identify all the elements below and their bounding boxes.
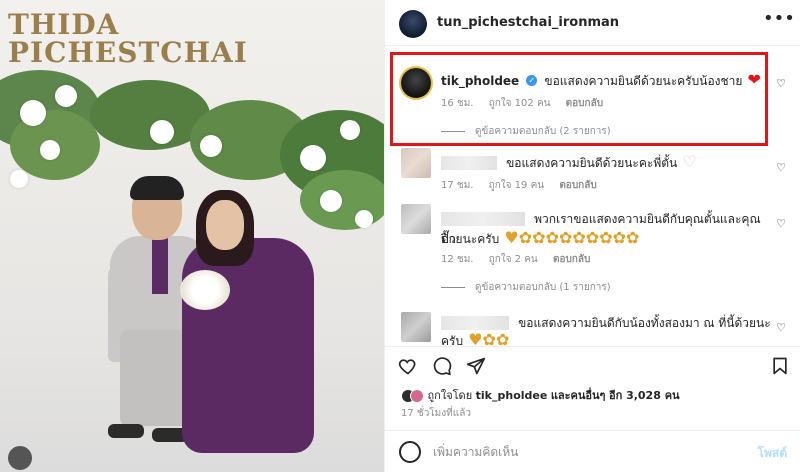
- like-comment-icon[interactable]: ♡: [775, 322, 787, 334]
- likes-middle[interactable]: และคนอื่นๆ: [551, 389, 606, 402]
- emoji-string: ♥✿✿✿✿✿✿✿✿✿: [504, 228, 640, 247]
- comment-time: 12 ชม.: [441, 254, 474, 265]
- bouquet: [180, 270, 230, 310]
- post-time: 17 ชั่วโมงที่แล้ว: [401, 408, 471, 419]
- commenter-avatar[interactable]: [401, 312, 431, 342]
- flower: [320, 190, 342, 212]
- flower: [10, 170, 28, 188]
- comment-time: 17 ชม.: [441, 180, 474, 191]
- add-comment-bar: โพสต์: [385, 430, 800, 472]
- comment-text: ขอแสดงความยินดีด้วยนะคะพี่ตั้น: [506, 156, 678, 170]
- view-replies-button[interactable]: ดูข้อความตอบกลับ (1 รายการ): [441, 280, 611, 295]
- commenter-username-blurred[interactable]: [441, 211, 525, 226]
- divider: [441, 286, 465, 288]
- flower: [200, 135, 222, 157]
- heart-icon[interactable]: [397, 355, 419, 377]
- comment-meta: 17 ชม. ถูกใจ 19 คน ตอบกลับ: [441, 178, 609, 193]
- bookmark-icon[interactable]: [769, 355, 791, 377]
- user-avatar-icon[interactable]: [8, 446, 32, 470]
- commenter-username-blurred[interactable]: [441, 155, 497, 170]
- reply-button[interactable]: ตอบกลับ: [553, 254, 590, 265]
- highlight-box: [390, 52, 768, 146]
- likes-prefix: ถูกใจโดย: [427, 389, 473, 402]
- like-comment-icon[interactable]: ♡: [775, 78, 787, 90]
- likes-user[interactable]: tik_pholdee: [476, 389, 548, 402]
- groom-shoe: [108, 424, 144, 438]
- flower: [355, 210, 373, 228]
- post-header: tun_pichestchai_ironman •••: [385, 0, 800, 46]
- author-username[interactable]: tun_pichestchai_ironman: [437, 15, 619, 30]
- flower: [20, 100, 46, 126]
- flower: [150, 120, 174, 144]
- flower: [340, 120, 360, 140]
- like-comment-icon[interactable]: ♡: [775, 162, 787, 174]
- likes-summary: ถูกใจโดย tik_pholdee และคนอื่นๆ อีก 3,02…: [401, 386, 791, 404]
- comment-likes[interactable]: ถูกใจ 19 คน: [489, 180, 544, 191]
- comment-text-continued: ด้วยนะครับ: [441, 232, 500, 246]
- flower: [40, 140, 60, 160]
- liker-avatar[interactable]: [410, 389, 424, 403]
- reply-button[interactable]: ตอบกลับ: [559, 180, 596, 191]
- post-actions: [385, 346, 800, 378]
- comment-item: พวกเราขอแสดงความยินดีกับคุณตั้นและคุณปิ๊…: [385, 204, 800, 304]
- comment-text-line: ขอแสดงความยินดีด้วยนะคะพี่ตั้น ♡: [441, 152, 771, 172]
- comment-text-line: ขอแสดงความยินดีกับน้องทั้งสองมา ณ ที่นี้…: [441, 312, 771, 332]
- comment-text: ขอแสดงความยินดีกับน้องทั้งสองมา ณ ที่นี้…: [518, 316, 771, 330]
- comment-meta: 12 ชม. ถูกใจ 2 คน ตอบกลับ: [441, 252, 602, 267]
- commenter-avatar[interactable]: [401, 148, 431, 178]
- heart-emoji-icon: ♡: [682, 152, 697, 171]
- commenter-avatar[interactable]: [401, 204, 431, 234]
- comment-item: ขอแสดงความยินดีด้วยนะคะพี่ตั้น ♡ 17 ชม. …: [385, 148, 800, 200]
- emoji-icon[interactable]: [399, 441, 421, 463]
- commenter-username-blurred[interactable]: [441, 315, 509, 330]
- comment-icon[interactable]: [431, 355, 453, 377]
- groom-shirt: [152, 238, 168, 294]
- likes-count[interactable]: อีก 3,028 คน: [609, 389, 680, 402]
- comment-likes[interactable]: ถูกใจ 2 คน: [489, 254, 538, 265]
- share-icon[interactable]: [465, 355, 487, 377]
- bride-face: [206, 200, 244, 250]
- flower: [55, 85, 77, 107]
- like-comment-icon[interactable]: ♡: [775, 218, 787, 230]
- photo-title-line2: PICHESTCHAI: [8, 36, 248, 69]
- post-comment-button[interactable]: โพสต์: [758, 444, 787, 463]
- author-avatar[interactable]: [399, 10, 427, 38]
- comment-text-line: ด้วยนะครับ ♥✿✿✿✿✿✿✿✿✿: [441, 228, 771, 248]
- more-horizontal-icon[interactable]: •••: [763, 10, 795, 32]
- groom-hair: [130, 176, 184, 200]
- post-photo: THIDA PICHESTCHAI: [0, 0, 384, 472]
- view-replies-label: ดูข้อความตอบกลับ (1 รายการ): [475, 282, 611, 293]
- flower: [300, 145, 326, 171]
- comment-item: ขอแสดงความยินดีกับน้องทั้งสองมา ณ ที่นี้…: [385, 310, 800, 350]
- comment-input[interactable]: [433, 441, 723, 463]
